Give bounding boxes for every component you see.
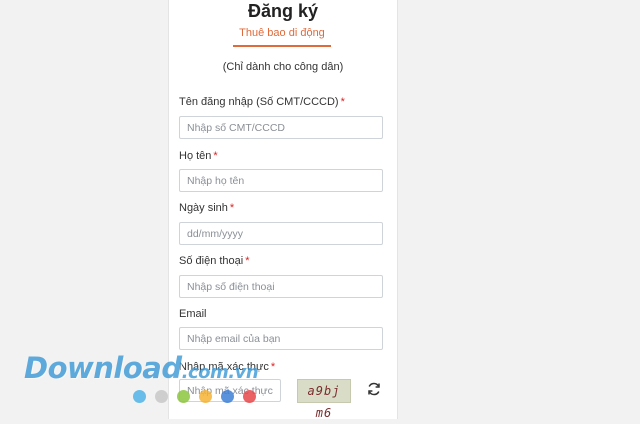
tab-active-indicator (233, 45, 331, 47)
username-label-text: Tên đăng nhập (Số CMT/CCCD) (179, 96, 339, 108)
watermark-dot (221, 390, 234, 403)
username-label: Tên đăng nhập (Số CMT/CCCD) * (179, 96, 345, 108)
required-mark: * (245, 255, 250, 267)
watermark-suffix: .com.vn (181, 362, 259, 383)
username-input[interactable] (179, 116, 383, 139)
phone-input[interactable] (179, 275, 383, 298)
watermark-logo: Download.com.vn (24, 351, 259, 385)
citizen-only-note: (Chỉ dành cho công dân) (222, 61, 344, 73)
watermark-dot (243, 390, 256, 403)
email-label: Email (179, 308, 207, 320)
fullname-input[interactable] (179, 169, 383, 192)
captcha-image: a9bj m6 (297, 379, 351, 420)
required-mark: * (340, 96, 345, 108)
tab-mobile-subscriber[interactable]: Thuê bao di động (233, 27, 331, 39)
email-label-text: Email (179, 308, 207, 320)
page-title: Đăng ký (247, 1, 319, 21)
phone-label: Số điện thoại * (179, 255, 250, 267)
refresh-icon[interactable] (365, 380, 383, 398)
watermark-text: Download (24, 351, 182, 385)
watermark-dot (199, 390, 212, 403)
fullname-label-text: Họ tên (179, 150, 212, 162)
required-mark: * (213, 150, 218, 162)
required-mark: * (229, 202, 235, 214)
watermark-dot (177, 390, 190, 403)
fullname-label: Họ tên * (179, 150, 218, 162)
email-input[interactable] (179, 327, 383, 350)
phone-label-text: Số điện thoại (179, 255, 244, 267)
birthdate-input[interactable] (179, 222, 383, 245)
watermark-dot (155, 390, 168, 403)
birthdate-label-text: Ngày sinh (179, 202, 228, 214)
birthdate-label: Ngày sinh * (179, 202, 234, 214)
watermark-dot (133, 390, 146, 403)
required-mark: * (270, 361, 276, 373)
